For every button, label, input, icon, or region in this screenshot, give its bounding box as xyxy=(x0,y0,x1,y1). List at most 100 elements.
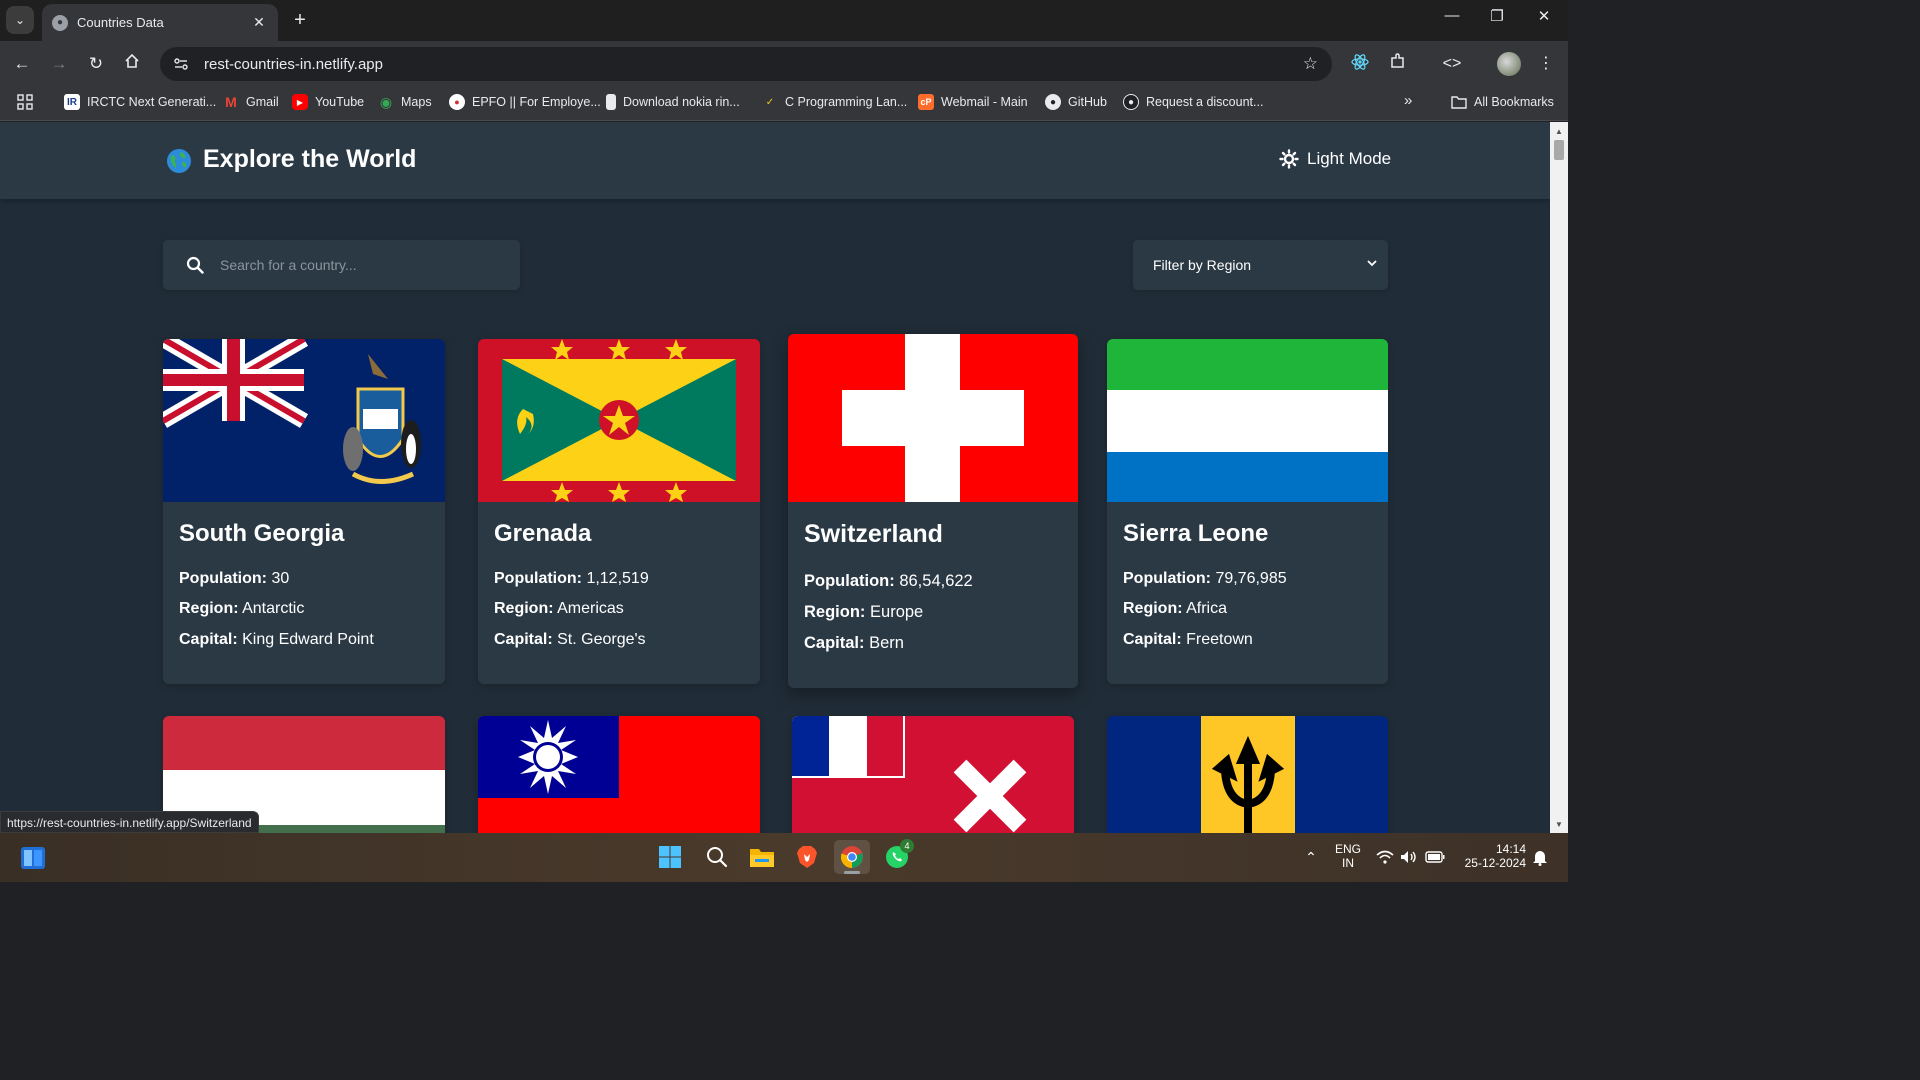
widgets-icon[interactable] xyxy=(19,844,47,872)
country-name: Grenada xyxy=(494,520,592,547)
taskbar: 4 ⌃ ENG IN 14:14 25-12-2024 xyxy=(0,833,1568,882)
flag-switzerland xyxy=(788,334,1078,502)
bookmark-github[interactable]: ● GitHub xyxy=(1045,94,1107,110)
search-input[interactable] xyxy=(220,257,500,273)
flag-grenada xyxy=(478,339,760,502)
capital-row: Capital: Bern xyxy=(804,634,904,653)
forward-icon[interactable]: → xyxy=(47,52,71,76)
tab-strip: ⌄ ● Countries Data ✕ + — ❐ ✕ xyxy=(0,0,1568,41)
wifi-icon[interactable] xyxy=(1374,843,1396,871)
language-code: ENG xyxy=(1334,842,1361,856)
profile-avatar[interactable] xyxy=(1497,52,1521,76)
region-code: IN xyxy=(1342,856,1354,870)
tab-title: Countries Data xyxy=(77,15,164,30)
bookmark-label: Gmail xyxy=(246,95,279,109)
new-tab-button[interactable]: + xyxy=(288,8,312,32)
bookmark-nokia[interactable]: Download nokia rin... xyxy=(606,94,740,110)
bookmark-label: Download nokia rin... xyxy=(623,95,740,109)
irctc-icon: IR xyxy=(64,94,80,110)
bookmark-maps[interactable]: ◉ Maps xyxy=(378,94,432,110)
whatsapp-badge: 4 xyxy=(900,839,914,853)
tab-search-button[interactable]: ⌄ xyxy=(6,6,34,34)
capital-row: Capital: Freetown xyxy=(1123,631,1253,649)
population-value: 86,54,622 xyxy=(899,572,973,590)
site-info-icon[interactable] xyxy=(170,53,192,75)
country-card-sierra-leone[interactable]: Sierra Leone Population: 79,76,985 Regio… xyxy=(1107,339,1388,684)
light-mode-toggle[interactable]: Light Mode xyxy=(1279,149,1391,169)
country-card[interactable] xyxy=(792,716,1074,833)
bookmark-youtube[interactable]: ▶ YouTube xyxy=(292,94,364,110)
c-programming-icon: ✓ xyxy=(765,96,775,108)
windows-start-icon[interactable] xyxy=(656,843,684,871)
region-value: Americas xyxy=(557,600,624,617)
bookmark-c-programming[interactable]: ✓ C Programming Lan... xyxy=(762,94,907,110)
country-card-south-georgia[interactable]: South Georgia Population: 30 Region: Ant… xyxy=(163,339,445,684)
reload-icon[interactable]: ↻ xyxy=(84,52,108,76)
app-header: Explore the World Light Mode xyxy=(0,122,1550,199)
notification-bell-icon[interactable] xyxy=(1528,843,1552,871)
close-tab-icon[interactable]: ✕ xyxy=(250,14,268,31)
bookmark-gmail[interactable]: M Gmail xyxy=(223,94,279,110)
country-card[interactable] xyxy=(1107,716,1388,833)
scroll-up-icon[interactable]: ▲ xyxy=(1550,124,1568,140)
minimize-icon[interactable]: — xyxy=(1437,7,1467,24)
page-scrollbar[interactable]: ▲ ▼ xyxy=(1550,122,1568,833)
region-filter-label: Filter by Region xyxy=(1153,257,1252,273)
file-explorer-icon[interactable] xyxy=(748,843,776,871)
more-bookmarks-icon[interactable]: » xyxy=(1404,92,1412,109)
devtools-code-icon[interactable]: <> xyxy=(1440,52,1464,76)
app-title: Explore the World xyxy=(203,145,417,173)
browser-toolbar: ← → ↻ rest-countries-in.netlify.app ☆ <>… xyxy=(0,41,1568,86)
close-window-icon[interactable]: ✕ xyxy=(1529,7,1559,25)
population-label: Population: xyxy=(1123,570,1211,587)
region-filter-select[interactable]: Filter by Region xyxy=(1133,240,1388,290)
bookmark-label: YouTube xyxy=(315,95,365,109)
tab-countries-data[interactable]: ● Countries Data ✕ xyxy=(42,4,278,41)
bookmark-webmail[interactable]: cP Webmail - Main xyxy=(918,94,1028,110)
country-card-grenada[interactable]: Grenada Population: 1,12,519 Region: Ame… xyxy=(478,339,760,684)
clock[interactable]: 14:14 25-12-2024 xyxy=(1458,842,1526,870)
back-icon[interactable]: ← xyxy=(10,52,34,76)
react-devtools-icon[interactable] xyxy=(1348,52,1372,76)
bookmark-star-icon[interactable]: ☆ xyxy=(1303,54,1318,74)
battery-icon[interactable] xyxy=(1424,843,1446,871)
extensions-puzzle-icon[interactable] xyxy=(1386,52,1410,76)
chevron-down-icon xyxy=(1367,260,1377,267)
chrome-icon[interactable] xyxy=(834,840,870,874)
bookmark-request-discount[interactable]: ● Request a discount... xyxy=(1123,94,1263,110)
region-label: Region: xyxy=(494,600,554,617)
region-value: Africa xyxy=(1186,600,1228,617)
search-taskbar-icon[interactable] xyxy=(703,843,731,871)
capital-label: Capital: xyxy=(1123,631,1182,648)
input-language[interactable]: ENG IN xyxy=(1332,842,1364,870)
restore-icon[interactable]: ❐ xyxy=(1482,7,1512,25)
bookmark-epfo[interactable]: ● EPFO || For Employe... xyxy=(449,94,601,110)
scroll-down-icon[interactable]: ▼ xyxy=(1550,817,1568,833)
capital-label: Capital: xyxy=(804,634,865,652)
search-box[interactable] xyxy=(163,240,520,290)
whatsapp-icon[interactable]: 4 xyxy=(883,839,914,871)
flag-sierra-leone xyxy=(1107,339,1388,502)
search-icon xyxy=(186,256,204,274)
country-card-switzerland[interactable]: Switzerland Population: 86,54,622 Region… xyxy=(788,334,1078,688)
bookmark-irctc[interactable]: IR IRCTC Next Generati... xyxy=(64,94,216,110)
apps-grid-icon[interactable] xyxy=(17,94,33,110)
scrollbar-thumb[interactable] xyxy=(1554,140,1564,160)
region-value: Antarctic xyxy=(242,600,305,617)
browser-menu-icon[interactable]: ⋮ xyxy=(1534,52,1558,76)
flag xyxy=(792,716,1074,833)
region-label: Region: xyxy=(1123,600,1183,617)
volume-icon[interactable] xyxy=(1398,843,1420,871)
population-label: Population: xyxy=(179,570,267,587)
country-card[interactable] xyxy=(478,716,760,833)
brave-browser-icon[interactable] xyxy=(793,843,821,871)
home-icon[interactable] xyxy=(120,52,144,76)
webmail-icon: cP xyxy=(918,94,934,110)
population-row: Population: 1,12,519 xyxy=(494,570,649,588)
address-bar[interactable]: rest-countries-in.netlify.app ☆ xyxy=(160,47,1332,81)
bookmark-label: GitHub xyxy=(1068,95,1107,109)
screen: ⌄ ● Countries Data ✕ + — ❐ ✕ ← → ↻ rest-… xyxy=(0,0,1568,882)
show-hidden-icons-icon[interactable]: ⌃ xyxy=(1297,843,1325,871)
all-bookmarks[interactable]: All Bookmarks xyxy=(1451,94,1554,110)
population-row: Population: 30 xyxy=(179,570,289,588)
